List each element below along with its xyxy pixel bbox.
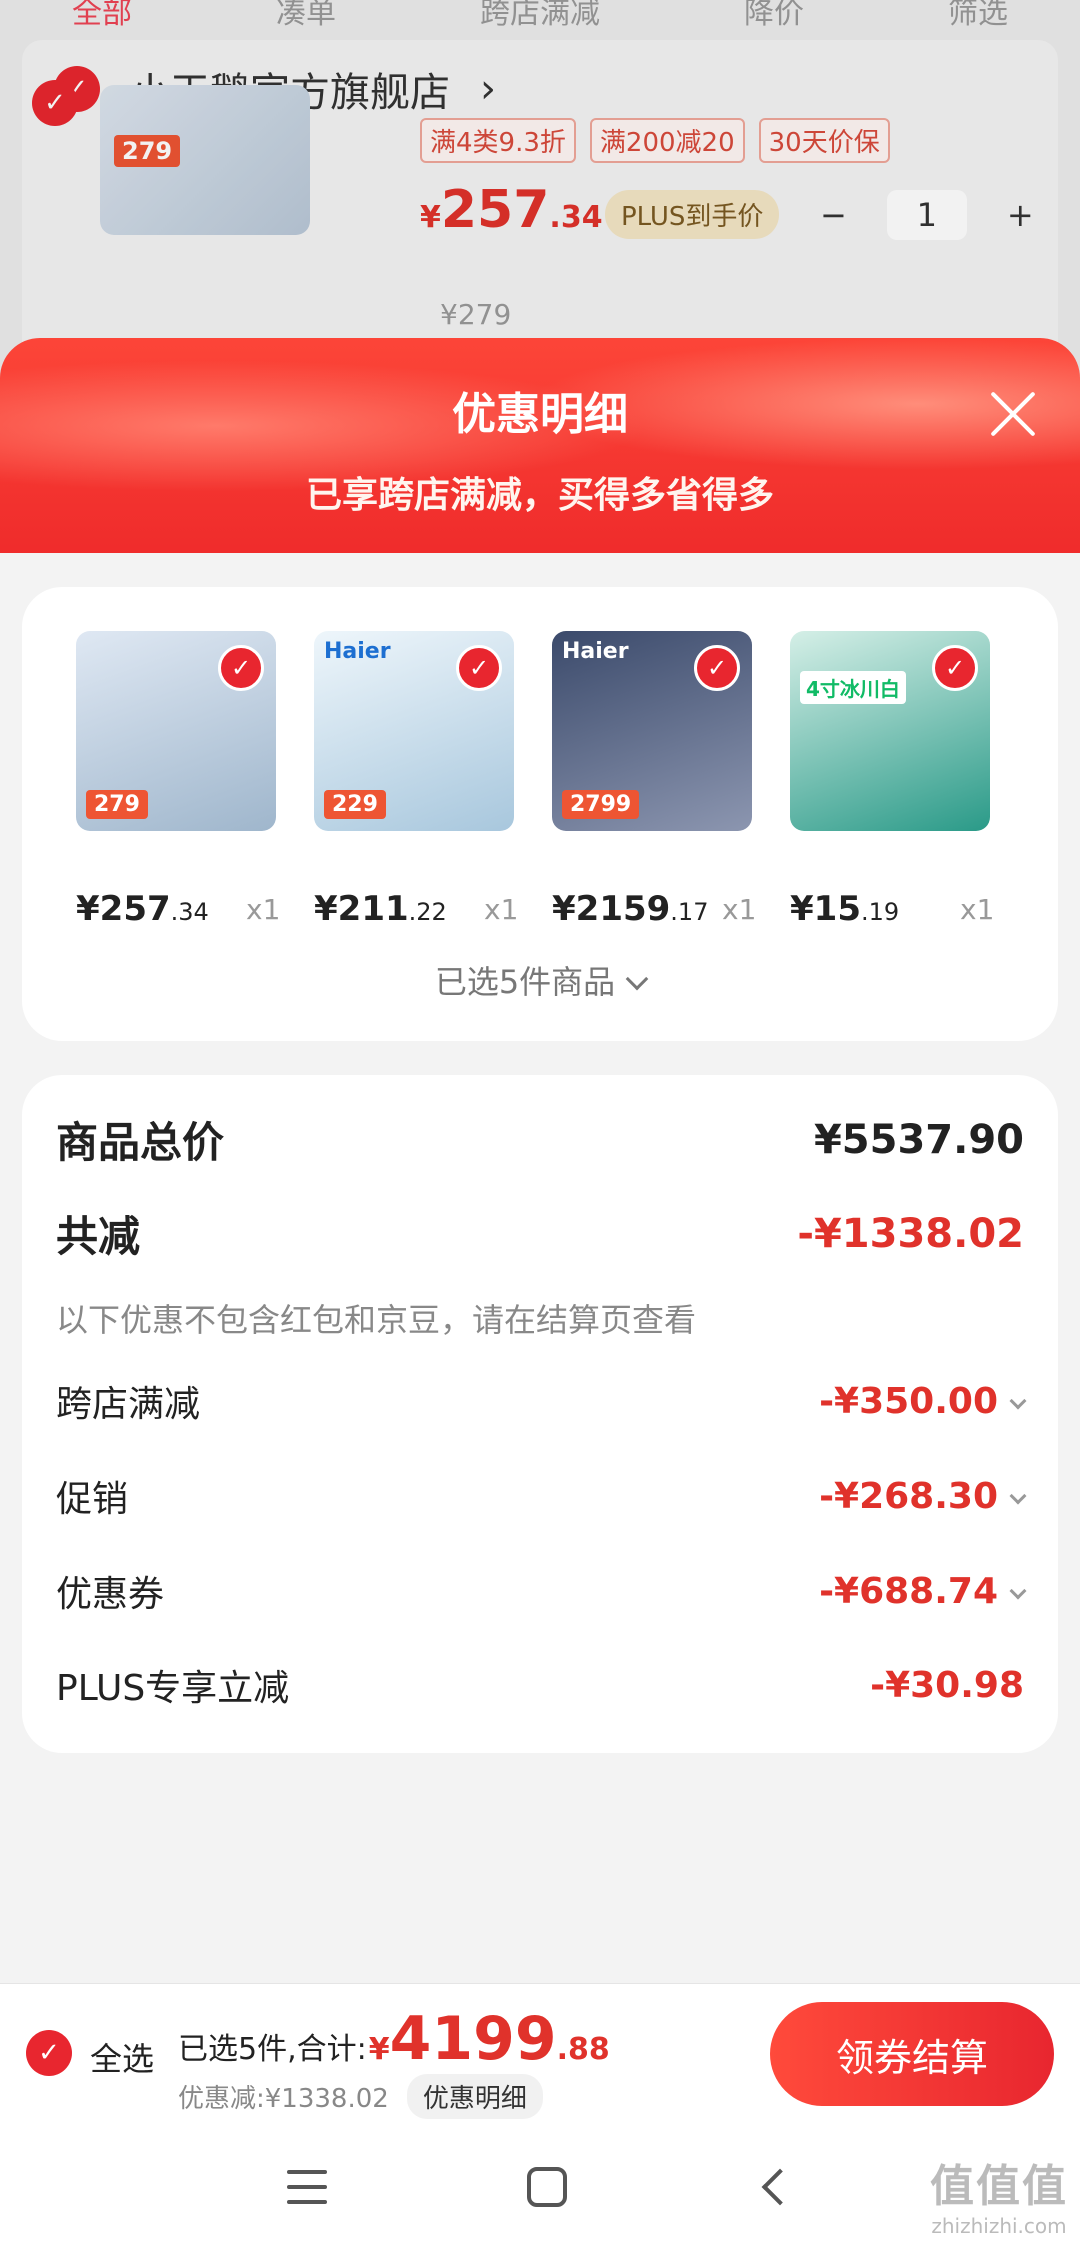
home-icon[interactable] (527, 2167, 567, 2207)
checkout-summary: 已选5件,合计: ¥ 4199 .88 (178, 2004, 610, 2074)
select-all-label[interactable]: 全选 (90, 2034, 154, 2080)
price-integer: ¥2159 (552, 889, 671, 929)
product-image: 279 ✓ (76, 631, 276, 831)
total-reduce-row: 共减 -¥1338.02 (56, 1203, 1024, 1264)
back-icon[interactable] (761, 2168, 799, 2206)
check-icon: ✓ (456, 645, 502, 691)
product-qty: x1 (960, 893, 995, 926)
close-icon[interactable] (984, 384, 1040, 440)
price-integer: ¥257 (76, 889, 171, 929)
product-price: ¥15.19 (790, 889, 899, 929)
chevron-down-icon (1009, 1487, 1027, 1504)
product-qty: x1 (484, 893, 519, 926)
chevron-down-icon (1009, 1582, 1027, 1599)
watermark: 值值值 zhizhizhi.com (930, 2150, 1068, 2238)
discount-row-promotion[interactable]: 促销 -¥268.30 (56, 1470, 1027, 1522)
discount-detail-card: 商品总价 ¥5537.90 共减 -¥1338.02 以下优惠不包含红包和京豆，… (22, 1075, 1058, 1753)
discount-summary: 优惠减:¥1338.02 优惠明细 (178, 2074, 543, 2119)
price-decimal: .19 (860, 898, 900, 926)
discount-row-plus: PLUS专享立减 -¥30.98 (56, 1659, 1024, 1711)
check-icon: ✓ (932, 645, 978, 691)
selected-count-label: 已选5件商品 (434, 963, 616, 1001)
total-reduce-value: -¥1338.02 (797, 1210, 1024, 1257)
product-price-tag: 229 (324, 790, 386, 819)
brand-logo: Haier (324, 639, 391, 664)
discount-detail-button[interactable]: 优惠明细 (406, 2074, 543, 2119)
discount-amount: -¥350.00 (819, 1380, 998, 1422)
discount-modal-header: 优惠明细 已享跨店满减，买得多省得多 (0, 338, 1080, 558)
total-price-value: ¥5537.90 (813, 1116, 1024, 1163)
product-list-card: 279 ✓ ¥257.34 x1 Haier 229 ✓ ¥211.22 x1 … (22, 587, 1058, 1041)
product-price-tag: 279 (86, 790, 148, 819)
select-all-checkbox[interactable]: ✓ (26, 2030, 72, 2076)
discount-value: -¥30.98 (870, 1664, 1024, 1706)
discount-value: -¥268.30 (819, 1475, 1027, 1517)
product-image: Haier 2799 ✓ (552, 631, 752, 831)
total-price-label: 商品总价 (56, 1118, 225, 1167)
watermark-logo: 值值值 (930, 2161, 1068, 2212)
watermark-url: zhizhizhi.com (931, 2214, 1067, 2238)
discount-label: 促销 (56, 1479, 129, 1520)
discount-row-cross-store[interactable]: 跨店满减 -¥350.00 (56, 1375, 1027, 1427)
total-price-row: 商品总价 ¥5537.90 (56, 1109, 1024, 1170)
product-image: 4寸冰川白 ✓ (790, 631, 990, 831)
product-item[interactable]: 4寸冰川白 ✓ ¥15.19 x1 (790, 631, 994, 929)
discount-note: 以下优惠不包含红包和京豆，请在结算页查看 (56, 1301, 697, 1339)
product-price: ¥2159.17 (552, 889, 708, 929)
total-decimal: .88 (556, 2032, 610, 2067)
product-price: ¥211.22 (314, 889, 447, 929)
price-integer: ¥15 (790, 889, 861, 929)
discount-modal-body: 279 ✓ ¥257.34 x1 Haier 229 ✓ ¥211.22 x1 … (0, 553, 1080, 1983)
discount-value: -¥688.74 (819, 1570, 1027, 1612)
discount-label: 优惠券 (56, 1574, 165, 1615)
discount-label: PLUS专享立减 (56, 1668, 290, 1709)
product-qty: x1 (246, 893, 281, 926)
checkout-bar: ✓ 全选 已选5件,合计: ¥ 4199 .88 优惠减:¥1338.02 优惠… (0, 1983, 1080, 2123)
chevron-down-icon (1009, 1392, 1027, 1409)
price-integer: ¥211 (314, 889, 409, 929)
summary-prefix: 已选5件,合计: (178, 2032, 367, 2067)
discount-summary-text: 优惠减:¥1338.02 (178, 2084, 389, 2114)
product-image: Haier 229 ✓ (314, 631, 514, 831)
discount-amount: -¥688.74 (819, 1570, 998, 1612)
total-reduce-label: 共减 (56, 1212, 141, 1261)
discount-value: -¥350.00 (819, 1380, 1027, 1422)
modal-title: 优惠明细 (452, 389, 628, 440)
currency-symbol: ¥ (368, 2032, 390, 2067)
system-nav-bar (0, 2123, 1080, 2251)
price-decimal: .17 (670, 898, 709, 926)
discount-amount: -¥268.30 (819, 1475, 998, 1517)
product-title-tag: 4寸冰川白 (800, 671, 906, 704)
checkout-button[interactable]: 领券结算 (770, 2002, 1054, 2106)
price-decimal: .22 (408, 898, 447, 926)
price-decimal: .34 (170, 898, 209, 926)
product-item[interactable]: 279 ✓ ¥257.34 x1 (76, 631, 280, 929)
product-item[interactable]: Haier 2799 ✓ ¥2159.17 x1 (552, 631, 756, 929)
discount-label: 跨店满减 (56, 1384, 201, 1425)
selected-count-toggle[interactable]: 已选5件商品 (22, 957, 1058, 1003)
check-icon: ✓ (218, 645, 264, 691)
total-integer: 4199 (389, 2004, 557, 2074)
discount-row-coupon[interactable]: 优惠券 -¥688.74 (56, 1565, 1027, 1617)
product-qty: x1 (722, 893, 757, 926)
menu-icon[interactable] (287, 2170, 327, 2204)
modal-subtitle: 已享跨店满减，买得多省得多 (305, 475, 774, 516)
chevron-down-icon (625, 967, 649, 991)
check-icon: ✓ (694, 645, 740, 691)
product-item[interactable]: Haier 229 ✓ ¥211.22 x1 (314, 631, 518, 929)
brand-logo: Haier (562, 639, 629, 664)
product-price: ¥257.34 (76, 889, 209, 929)
product-price-tag: 2799 (562, 790, 640, 819)
